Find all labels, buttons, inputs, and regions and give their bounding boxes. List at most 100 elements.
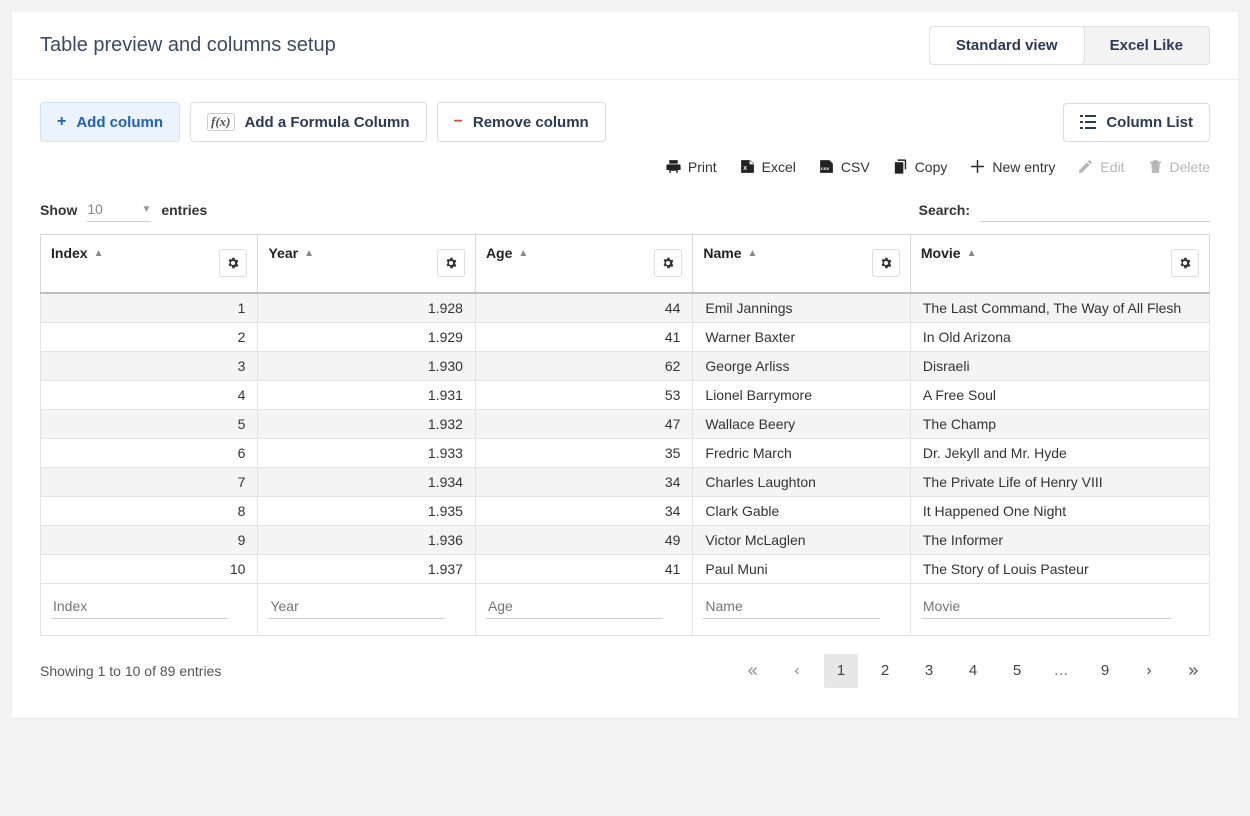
table-row[interactable]: 91.93649Victor McLaglenThe Informer — [41, 525, 1210, 554]
toolbar: + Add column f(x) Add a Formula Column −… — [12, 80, 1238, 152]
table-row[interactable]: 11.92844Emil JanningsThe Last Command, T… — [41, 293, 1210, 323]
page-number[interactable]: 4 — [956, 654, 990, 688]
add-formula-column-button[interactable]: f(x) Add a Formula Column — [190, 102, 427, 142]
column-settings-button[interactable] — [219, 249, 247, 277]
excel-action[interactable]: X Excel — [739, 158, 796, 175]
column-header[interactable]: Year ▲ — [258, 235, 475, 293]
table-cell: 9 — [41, 525, 258, 554]
table-cell: 3 — [41, 351, 258, 380]
table-row[interactable]: 21.92941Warner BaxterIn Old Arizona — [41, 322, 1210, 351]
search-box: Search: — [919, 197, 1210, 222]
list-icon — [1080, 115, 1096, 129]
page-number[interactable]: 2 — [868, 654, 902, 688]
column-filter-input[interactable] — [921, 594, 1171, 619]
tab-excel-like[interactable]: Excel Like — [1084, 27, 1209, 64]
table-cell: 62 — [475, 351, 692, 380]
table-cell: 47 — [475, 409, 692, 438]
page-first[interactable] — [736, 654, 770, 688]
table-cell: 8 — [41, 496, 258, 525]
column-header[interactable]: Age ▲ — [475, 235, 692, 293]
table-cell: 41 — [475, 322, 692, 351]
new-entry-label: New entry — [992, 159, 1055, 175]
column-filter-input[interactable] — [268, 594, 445, 619]
table-cell: The Informer — [910, 525, 1209, 554]
search-input[interactable] — [980, 197, 1210, 222]
table-cell: 5 — [41, 409, 258, 438]
column-settings-button[interactable] — [1171, 249, 1199, 277]
table-cell: 35 — [475, 438, 692, 467]
page-ellipsis: … — [1044, 654, 1078, 688]
search-label: Search: — [919, 202, 970, 218]
add-column-button[interactable]: + Add column — [40, 102, 180, 142]
edit-action[interactable]: Edit — [1077, 158, 1124, 175]
table-head: Index ▲Year ▲Age ▲Name ▲Movie ▲ — [41, 235, 1210, 293]
table-cell: 44 — [475, 293, 692, 323]
table-cell: Charles Laughton — [693, 467, 910, 496]
tab-standard-view[interactable]: Standard view — [930, 27, 1084, 64]
table-cell: The Last Command, The Way of All Flesh — [910, 293, 1209, 323]
remove-column-button[interactable]: − Remove column — [437, 102, 606, 142]
table-cell: Lionel Barrymore — [693, 380, 910, 409]
table-cell: 2 — [41, 322, 258, 351]
column-header[interactable]: Movie ▲ — [910, 235, 1209, 293]
page-title: Table preview and columns setup — [40, 34, 336, 57]
table-info: Showing 1 to 10 of 89 entries — [40, 663, 221, 679]
pencil-icon — [1077, 158, 1094, 175]
page-number[interactable]: 3 — [912, 654, 946, 688]
table-row[interactable]: 101.93741Paul MuniThe Story of Louis Pas… — [41, 554, 1210, 583]
table-cell: 1.936 — [258, 525, 475, 554]
table-row[interactable]: 61.93335Fredric MarchDr. Jekyll and Mr. … — [41, 438, 1210, 467]
column-header[interactable]: Index ▲ — [41, 235, 258, 293]
table-cell: 1.933 — [258, 438, 475, 467]
table-cell: A Free Soul — [910, 380, 1209, 409]
print-action[interactable]: Print — [665, 158, 717, 175]
column-label: Year — [268, 245, 298, 261]
page-last[interactable] — [1176, 654, 1210, 688]
sort-icon: ▲ — [304, 248, 314, 259]
column-settings-button[interactable] — [437, 249, 465, 277]
panel: Table preview and columns setup Standard… — [12, 12, 1238, 718]
page-number[interactable]: 5 — [1000, 654, 1034, 688]
page-prev[interactable] — [780, 654, 814, 688]
table-cell: 1.937 — [258, 554, 475, 583]
table-cell: 1.935 — [258, 496, 475, 525]
entries-select[interactable]: 10 ▼ — [87, 197, 151, 222]
page-next[interactable] — [1132, 654, 1166, 688]
svg-text:X: X — [743, 166, 747, 172]
table-row[interactable]: 41.93153Lionel BarrymoreA Free Soul — [41, 380, 1210, 409]
column-filter-input[interactable] — [486, 594, 663, 619]
caret-down-icon: ▼ — [141, 204, 151, 215]
table-row[interactable]: 71.93434Charles LaughtonThe Private Life… — [41, 467, 1210, 496]
column-filter-input[interactable] — [51, 594, 228, 619]
csv-action[interactable]: csv CSV — [818, 158, 870, 175]
table-controls: Show 10 ▼ entries Search: — [12, 187, 1238, 234]
table-cell: Emil Jannings — [693, 293, 910, 323]
view-toggle: Standard view Excel Like — [929, 26, 1210, 65]
copy-action[interactable]: Copy — [892, 158, 948, 175]
page-number[interactable]: 1 — [824, 654, 858, 688]
column-list-button[interactable]: Column List — [1063, 103, 1210, 142]
table-foot — [41, 583, 1210, 635]
table-cell: Warner Baxter — [693, 322, 910, 351]
table-cell: 7 — [41, 467, 258, 496]
entries-value: 10 — [87, 201, 103, 217]
page-number[interactable]: 9 — [1088, 654, 1122, 688]
table-row[interactable]: 81.93534Clark GableIt Happened One Night — [41, 496, 1210, 525]
sort-icon: ▲ — [94, 248, 104, 259]
table-row[interactable]: 51.93247Wallace BeeryThe Champ — [41, 409, 1210, 438]
delete-action[interactable]: Delete — [1147, 158, 1210, 175]
plus-icon: + — [57, 113, 66, 131]
column-label: Index — [51, 245, 88, 261]
column-filter-input[interactable] — [703, 594, 880, 619]
table-cell: 1.934 — [258, 467, 475, 496]
table-row[interactable]: 31.93062George ArlissDisraeli — [41, 351, 1210, 380]
column-settings-button[interactable] — [654, 249, 682, 277]
new-entry-action[interactable]: New entry — [969, 158, 1055, 175]
entries-selector: Show 10 ▼ entries — [40, 197, 207, 222]
sort-icon: ▲ — [748, 248, 758, 259]
table-cell: 1 — [41, 293, 258, 323]
table-cell: George Arliss — [693, 351, 910, 380]
remove-column-label: Remove column — [473, 114, 589, 131]
column-header[interactable]: Name ▲ — [693, 235, 910, 293]
column-settings-button[interactable] — [872, 249, 900, 277]
